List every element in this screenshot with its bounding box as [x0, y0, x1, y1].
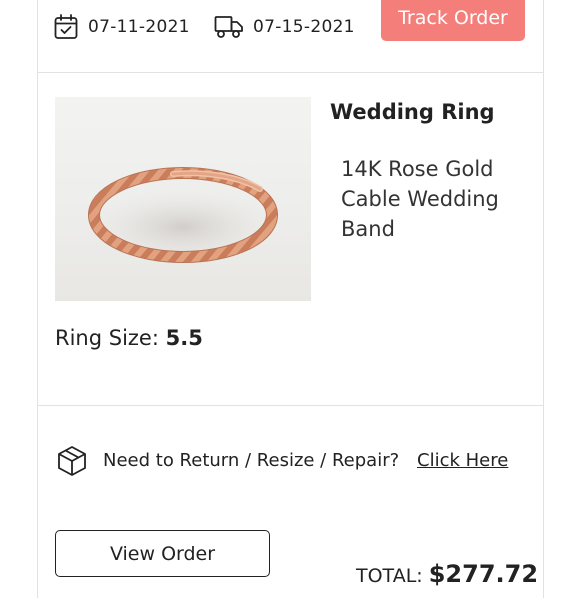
product-description: 14K Rose Gold Cable Wedding Band: [341, 157, 499, 241]
ring-size-value: 5.5: [165, 326, 203, 350]
delivery-date: 07-15-2021: [253, 17, 355, 37]
ring-size: Ring Size: 5.5: [55, 326, 203, 350]
delivery-truck-icon: [214, 16, 243, 38]
order-total: TOTAL: $277.72: [356, 560, 538, 588]
product-title: Wedding Ring: [330, 100, 495, 124]
total-amount: $277.72: [428, 560, 539, 588]
total-label: TOTAL:: [356, 565, 423, 587]
ring-size-label: Ring Size:: [55, 326, 159, 350]
return-prompt: Need to Return / Resize / Repair?: [103, 450, 400, 471]
package-box-icon: [58, 446, 86, 476]
product-image: [55, 97, 311, 301]
track-order-button[interactable]: Track Order: [381, 0, 525, 41]
order-date: 07-11-2021: [88, 17, 190, 37]
click-here-link[interactable]: Click Here: [417, 450, 508, 471]
calendar-check-icon: [54, 14, 78, 39]
view-order-button[interactable]: View Order: [55, 530, 270, 577]
ring-illustration: [88, 167, 278, 265]
divider-top: [37, 72, 544, 73]
divider-middle: [37, 405, 544, 406]
